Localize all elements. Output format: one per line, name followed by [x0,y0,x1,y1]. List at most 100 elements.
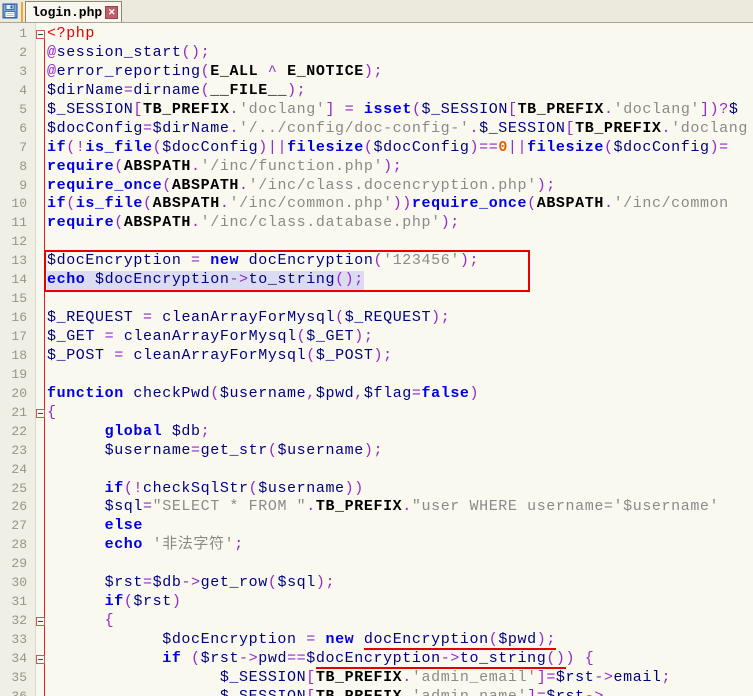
code-text: { [104,612,115,630]
line-number: 9 [19,177,27,193]
line-number: 24 [11,461,27,477]
code-editor[interactable]: 1 <?php 2 @session_start(); 3 @error_reportin… [0,23,753,696]
code-line: 36 $_SESSION[TB_PREFIX.'admin_name']=$rs… [0,688,753,696]
code-line: 26 $sql="SELECT * FROM ".TB_PREFIX."user… [0,498,753,517]
line-number: 14 [11,272,27,288]
line-number: 25 [11,480,27,496]
line-number: 31 [11,594,27,610]
code-line: 29 [0,555,753,574]
fold-margin [32,120,47,139]
code-line: 30 $rst=$db->get_row($sql); [0,574,753,593]
code-text: $_SESSION[TB_PREFIX.'doclang'] = isset($… [47,100,739,118]
line-number: 29 [11,556,27,572]
code-line: 33 $docEncryption = new docEncryption($p… [0,631,753,650]
fold-margin [32,461,47,480]
code-line: 31 if($rst) [0,593,753,612]
save-icon [2,3,18,19]
code-line: 5 $_SESSION[TB_PREFIX.'doclang'] = isset(… [0,101,753,120]
code-line: 6 $docConfig=$dirName.'/../config/doc-con… [0,120,753,139]
code-line: 21 { [0,404,753,423]
fold-margin [32,214,47,233]
line-number: 11 [11,215,27,231]
line-number: 32 [11,613,27,629]
code-lines: 1 <?php 2 @session_start(); 3 @error_reportin… [0,23,753,696]
line-number: 18 [11,347,27,363]
code-text: $_GET = cleanArrayForMysql($_GET); [47,328,374,345]
code-line: 10 if(is_file(ABSPATH.'/inc/common.php'))… [0,195,753,214]
code-line: 25 if(!checkSqlStr($username)) [0,480,753,499]
code-text: { [47,403,57,421]
line-number: 17 [11,329,27,344]
line-number: 19 [11,366,27,382]
fold-collapse-icon[interactable] [36,408,45,418]
line-number: 36 [0,688,32,696]
tab-login-php[interactable]: login.php ✕ [25,1,123,22]
fold-margin [32,669,47,688]
code-text: require(ABSPATH.'/inc/class.database.php… [47,214,460,232]
line-number: 22 [11,423,27,439]
code-line: 18 $_POST = cleanArrayForMysql($_POST); [0,347,753,366]
fold-margin [32,650,47,669]
fold-margin [32,290,47,309]
fold-margin [32,63,47,82]
code-text: require_once(ABSPATH.'/inc/class.docencr… [47,176,556,194]
fold-margin [32,347,47,366]
code-text: $_POST = cleanArrayForMysql($_POST); [47,346,393,364]
code-text: require(ABSPATH.'/inc/function.php'); [47,157,403,175]
fold-margin [32,139,47,158]
line-number: 12 [11,234,27,250]
code-text: $_REQUEST = cleanArrayForMysql($_REQUEST… [47,309,451,327]
code-text: @error_reporting(E_ALL ^ E_NOTICE); [47,62,384,80]
line-number: 5 [19,101,27,117]
line-number: 26 [11,499,27,515]
code-line: 2 @session_start(); [0,44,753,63]
code-line: 15 [0,290,753,309]
line-number: 8 [19,158,27,174]
fold-margin [32,612,47,631]
code-line: 23 $username=get_str($username); [0,442,753,461]
line-number: 35 [11,669,27,685]
code-text: $username=get_str($username); [104,441,384,459]
line-number: 6 [19,120,27,136]
fold-margin [32,366,47,385]
code-line: 9 require_once(ABSPATH.'/inc/class.docenc… [0,177,753,196]
line-number: 33 [11,632,27,647]
fold-margin [32,555,47,574]
fold-margin [32,158,47,177]
code-line: 1 <?php [0,25,753,44]
code-text: $_SESSION[TB_PREFIX.'admin_email']=$rst-… [219,668,672,686]
fold-margin [32,536,47,555]
fold-margin [32,44,47,63]
code-line: 27 else [0,517,753,536]
code-text: echo $docEncryption->to_string(); [47,271,364,291]
code-line: 3 @error_reporting(E_ALL ^ E_NOTICE); [0,63,753,82]
fold-margin [32,233,47,252]
line-number: 15 [11,291,27,307]
tab-accent-divider [21,2,23,22]
line-number: 2 [19,44,27,60]
code-text: $_SESSION[TB_PREFIX.'admin_name']=$rst-> [47,688,604,696]
line-number: 21 [11,404,27,420]
line-number: 13 [11,253,27,269]
line-number: 3 [19,63,27,79]
code-text: $docConfig=$dirName.'/../config/doc-conf… [47,119,748,137]
code-text: function checkPwd($username,$pwd,$flag=f… [47,384,480,402]
tab-close-icon[interactable]: ✕ [105,5,119,19]
code-line: 13 $docEncryption = new docEncryption('12… [0,252,753,271]
fold-margin [32,82,47,101]
fold-margin [32,252,47,271]
code-line: 20 function checkPwd($username,$pwd,$flag… [0,385,753,404]
fold-margin [32,177,47,196]
code-line: 16 $_REQUEST = cleanArrayForMysql($_REQUE… [0,309,753,328]
fold-collapse-icon[interactable] [36,617,45,627]
code-line: 7 if(!is_file($docConfig)||filesize($docC… [0,139,753,158]
code-line: 11 require(ABSPATH.'/inc/class.database.p… [0,214,753,233]
line-number: 28 [11,537,27,553]
code-line: 19 [0,366,753,385]
fold-collapse-icon[interactable] [36,30,45,39]
fold-margin [32,631,47,650]
code-line: 4 $dirName=dirname(__FILE__); [0,82,753,101]
code-text: else [104,517,144,535]
code-text: <?php [47,25,96,42]
fold-collapse-icon[interactable] [36,654,45,664]
